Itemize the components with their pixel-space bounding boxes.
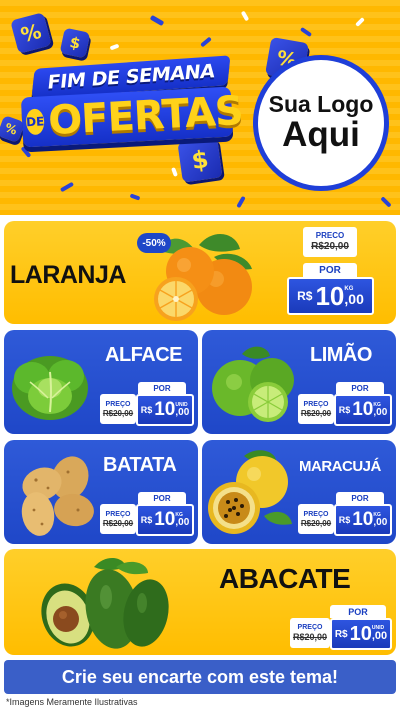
currency: R$ [297,289,313,303]
product-card-maracuja: MARACUJÁ POR PREÇO R$20,00 R$ 10 KG ,00 [202,440,396,544]
promo-title: FIM DE SEMANA DE OFERTAS [20,55,244,162]
confetti [59,181,75,193]
product-name: MARACUJÁ [299,458,381,475]
confetti [200,36,212,48]
preco-label: PREÇO [303,400,329,408]
old-price: R$20,00 [102,408,134,418]
preco-label: PRECO [315,231,345,240]
product-name: LIMÃO [310,344,372,366]
price-integer: 10 [154,399,176,420]
current-price: R$ 10 KG ,00 [334,394,392,426]
old-price: R$20,00 [300,408,332,418]
por-label: POR [330,605,386,618]
price-decimal: ,00 [373,516,388,528]
price-decimal: ,00 [373,406,388,418]
preco-label: PREÇO [105,400,131,408]
price-decimal: ,00 [371,630,388,642]
dollar-cube-icon: $ [59,27,91,59]
confetti [171,167,178,177]
old-price-box: PREÇO R$20,00 [290,618,330,648]
disclaimer-text: *Imagens Meramente Ilustrativas [6,697,138,707]
price-tag: POR PREÇO R$20,00 R$ 10 UNID ,00 [100,382,194,430]
product-name: LARANJA [10,261,126,289]
confetti [109,43,120,51]
product-card-batata: BATATA POR PREÇO R$20,00 R$ 10 KG ,00 [4,440,198,544]
price-decimal: ,00 [175,406,190,418]
logo-line-1: Sua Logo [268,90,374,117]
avocado-image [41,557,169,649]
price-integer: 10 [352,509,374,530]
current-price: R$ 10 KG ,00 [287,277,374,315]
price-tag: POR PREÇO R$20,00 R$ 10 KG ,00 [298,492,392,540]
product-card-laranja: LARANJA PRECO R$20,00 POR R$ 10 KG ,00 [4,221,396,324]
title-main-text: OFERTAS [47,87,244,145]
preco-label: PREÇO [105,510,131,518]
current-price: R$ 10 KG ,00 [136,504,194,536]
price-decimal: ,00 [175,516,190,528]
por-label: POR [138,382,186,394]
header-banner: % $ % $ % FIM DE SEMANA DE OFERTAS Sua L… [0,0,400,215]
discount-badge: -50% [137,233,171,253]
currency: R$ [140,405,153,415]
currency: R$ [338,515,351,525]
preco-label: PREÇO [297,624,323,631]
por-label: POR [336,382,384,394]
price-tag: POR PREÇO R$20,00 R$ 10 KG ,00 [100,492,194,540]
price-tag: POR PREÇO R$20,00 R$ 10 UNID ,00 [290,605,394,653]
percent-cube-icon: % [10,12,52,54]
preco-label: PREÇO [303,510,329,518]
price-integer: 10 [352,399,374,420]
confetti [236,195,246,209]
price-tag: POR PREÇO R$20,00 R$ 10 KG ,00 [298,382,392,430]
price-integer: 10 [349,622,372,645]
product-card-abacate: ABACATE POR PREÇO R$20,00 R$ 10 UNID ,00 [4,549,396,655]
old-price: R$20,00 [292,632,328,642]
confetti [355,17,365,27]
old-price: R$20,00 [311,241,349,252]
old-price-box: PREÇO R$20,00 [298,394,334,424]
price-integer: 10 [154,509,176,530]
old-price-box: PREÇO R$20,00 [100,394,136,424]
confetti [380,196,392,208]
confetti [149,14,165,27]
price-tag: PRECO R$20,00 POR R$ 10 KG ,00 [287,227,390,319]
price-integer: 10 [315,280,345,311]
price-decimal: ,00 [344,291,364,307]
logo-placeholder: Sua Logo Aqui [253,55,389,191]
current-price: R$ 10 UNID ,00 [330,618,392,650]
currency: R$ [140,515,153,525]
lime-image [212,346,294,422]
passion-fruit-image [208,450,292,534]
cta-banner[interactable]: Crie seu encarte com este tema! [4,660,396,694]
logo-line-2: Aqui [282,115,360,155]
lettuce-image [12,356,88,420]
product-name: ALFACE [105,344,183,366]
title-de-text: DE [25,108,45,136]
product-name: ABACATE [219,563,351,594]
confetti [240,10,250,22]
cta-text: Crie seu encarte com este tema! [61,666,339,687]
currency: R$ [338,405,351,415]
por-label: POR [138,492,186,504]
old-price: R$20,00 [300,518,332,528]
product-card-limao: LIMÃO POR PREÇO R$20,00 R$ 10 KG ,00 [202,330,396,434]
confetti [129,193,141,201]
product-card-alface: ALFACE POR PREÇO R$20,00 R$ 10 UNID ,00 [4,330,198,434]
current-price: R$ 10 UNID ,00 [136,394,194,426]
confetti [299,26,313,38]
current-price: R$ 10 KG ,00 [334,504,392,536]
old-price-box: PREÇO R$20,00 [298,504,334,534]
por-label: POR [336,492,384,504]
por-label: POR [303,263,357,277]
potato-image [21,456,94,536]
currency: R$ [334,628,348,640]
old-price: R$20,00 [102,518,134,528]
product-name: BATATA [103,454,177,476]
old-price-box: PRECO R$20,00 [303,227,357,257]
old-price-box: PREÇO R$20,00 [100,504,136,534]
title-main-banner: DE OFERTAS [20,86,244,148]
